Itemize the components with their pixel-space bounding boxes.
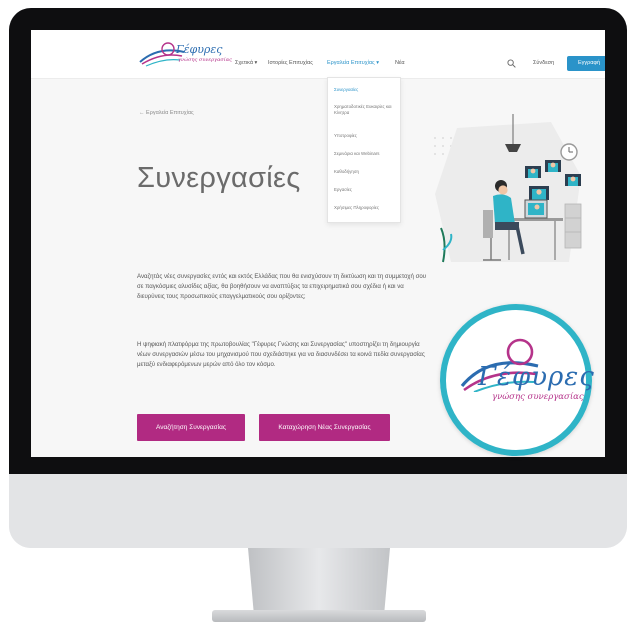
badge-tagline: γνώσης συνεργασίας (492, 392, 584, 402)
badge-wordmark: Γέφυρες (478, 362, 595, 392)
dropdown-item-useful-info[interactable]: Χρήσιμες Πληροφορίες (334, 205, 379, 211)
register-button[interactable]: Εγγραφή (567, 56, 605, 71)
dropdown-item-mentoring[interactable]: Καθοδήγηση (334, 169, 359, 175)
nav-item-about[interactable]: Σχετικά ▾ (235, 60, 257, 66)
back-link[interactable]: ← Εργαλεία Επιτυχίας (139, 110, 194, 116)
dropdown-item-funding[interactable]: Χρηματοδοτικές Ευκαιρίες και Κίνητρα (334, 104, 396, 115)
monitor-stand-neck (248, 548, 390, 612)
search-icon[interactable] (507, 59, 516, 68)
remote-meeting-illustration (434, 114, 582, 263)
search-collaboration-button[interactable]: Αναζήτηση Συνεργασίας (137, 414, 245, 441)
nav-item-news[interactable]: Νέα (395, 60, 405, 66)
logo-wordmark: Γέφυρες (176, 43, 223, 56)
page-title: Συνεργασίες (137, 162, 301, 194)
intro-paragraph: Αναζητάς νέες συνεργασίες εντός και εκτό… (137, 273, 427, 300)
monitor-chin (9, 474, 627, 548)
computer-monitor: Γέφυρες γνώσης συνεργασίας Σχετικά ▾ Ιστ… (9, 8, 627, 548)
monitor-stand-base (212, 610, 426, 622)
register-collaboration-button[interactable]: Καταχώρηση Νέας Συνεργασίας (259, 414, 390, 441)
top-navigation: Γέφυρες γνώσης συνεργασίας Σχετικά ▾ Ιστ… (31, 30, 605, 79)
dropdown-item-scholarships[interactable]: Υποτροφίες (334, 133, 357, 139)
nav-item-success-tools[interactable]: Εργαλεία Επιτυχίας ▾ (327, 60, 379, 66)
nav-item-success-stories[interactable]: Ιστορίες Επιτυχίας (268, 60, 313, 66)
logo-tagline: γνώσης συνεργασίας (178, 57, 232, 63)
login-link[interactable]: Σύνδεση (533, 60, 554, 66)
platform-paragraph: Η ψηφιακή πλατφόρμα της πρωτοβουλίας "Γέ… (137, 341, 425, 368)
success-tools-dropdown: Συνεργασίες Χρηματοδοτικές Ευκαιρίες και… (327, 77, 401, 223)
dropdown-item-jobs[interactable]: Εργασίες (334, 187, 352, 193)
dropdown-item-seminars[interactable]: Σεμινάρια και Webinars (334, 151, 379, 157)
dropdown-item-collaborations[interactable]: Συνεργασίες (334, 87, 358, 93)
